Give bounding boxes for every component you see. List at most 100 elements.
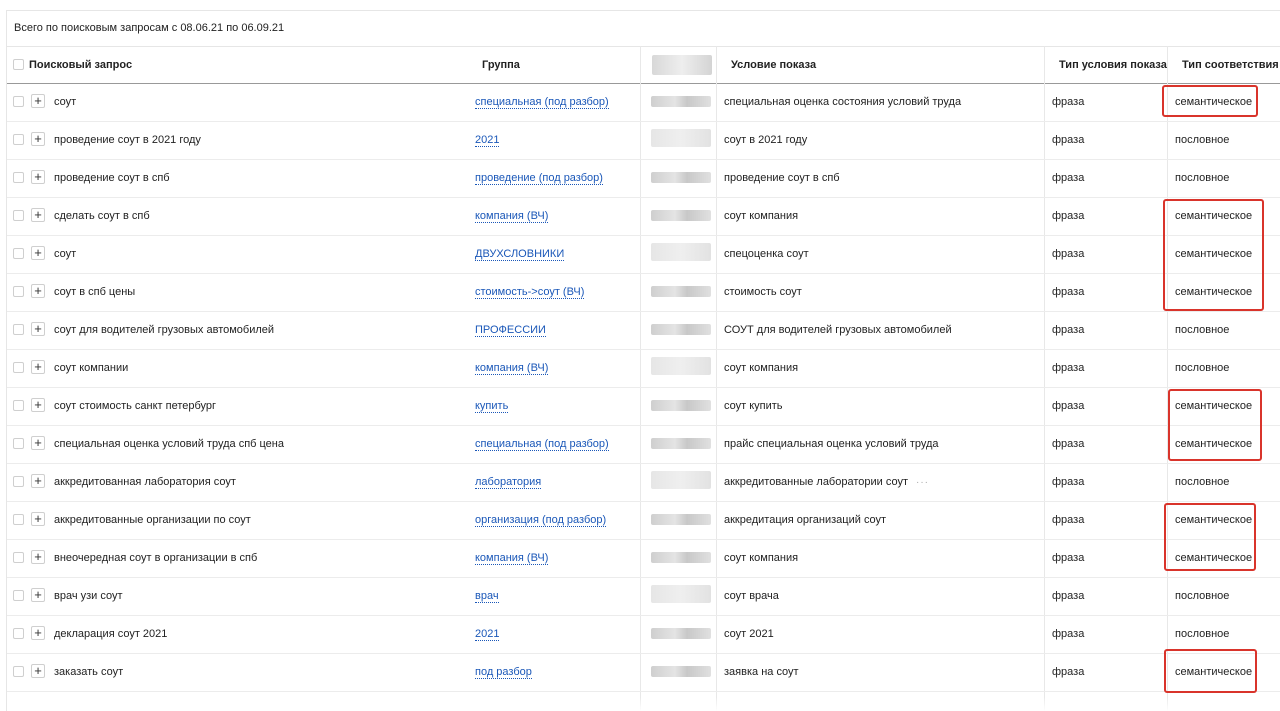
- expand-plus-icon[interactable]: +: [31, 512, 45, 526]
- expand-plus-icon[interactable]: +: [31, 360, 45, 374]
- group-link[interactable]: специальная (под разбор): [475, 438, 609, 451]
- expand-plus-icon[interactable]: +: [31, 398, 45, 412]
- condition-cell: заявка на соут: [724, 666, 799, 678]
- condition-type-cell: фраза: [1052, 96, 1085, 108]
- row-checkbox[interactable]: [13, 476, 24, 487]
- condition-cell: стоимость соут: [724, 286, 802, 298]
- condition-type-cell: фраза: [1052, 438, 1085, 450]
- header-condition[interactable]: Условие показа: [731, 47, 816, 83]
- row-checkbox[interactable]: [13, 552, 24, 563]
- row-checkbox[interactable]: [13, 248, 24, 259]
- expand-plus-icon[interactable]: +: [31, 208, 45, 222]
- row-checkbox[interactable]: [13, 210, 24, 221]
- condition-cell: соут врача: [724, 590, 779, 602]
- query-cell: специальная оценка условий труда спб цен…: [54, 438, 284, 450]
- row-checkbox[interactable]: [13, 324, 24, 335]
- more-icon[interactable]: ···: [916, 464, 929, 502]
- expand-plus-icon[interactable]: +: [31, 246, 45, 260]
- row-checkbox[interactable]: [13, 286, 24, 297]
- match-highlight-box: [1168, 389, 1262, 461]
- query-cell: внеочередная соут в организации в спб: [54, 552, 258, 564]
- row-checkbox[interactable]: [13, 96, 24, 107]
- condition-cell: соут компания: [724, 362, 799, 374]
- blurred-value: [651, 357, 711, 375]
- match-type-cell: пословное: [1175, 628, 1230, 640]
- row-checkbox[interactable]: [13, 362, 24, 373]
- group-link[interactable]: 2021: [475, 134, 500, 147]
- query-cell: соут компании: [54, 362, 129, 374]
- group-link[interactable]: 2021: [475, 628, 500, 641]
- expand-plus-icon[interactable]: +: [31, 436, 45, 450]
- header-match-type[interactable]: Тип соответствия: [1182, 47, 1279, 83]
- expand-plus-icon[interactable]: +: [31, 132, 45, 146]
- group-link[interactable]: ПРОФЕССИИ: [475, 324, 546, 337]
- expand-plus-icon[interactable]: +: [31, 550, 45, 564]
- group-link[interactable]: под разбор: [475, 666, 532, 679]
- table-row: + сделать соут в спб компания (ВЧ) соут ком…: [7, 197, 1280, 236]
- table-row: + проведение соут в спб проведение (под ра…: [7, 159, 1280, 198]
- table-row: + аккредитованная лаборатория соут лаборат…: [7, 463, 1280, 502]
- header-query[interactable]: Поисковый запрос: [29, 47, 132, 83]
- condition-type-cell: фраза: [1052, 666, 1085, 678]
- row-checkbox[interactable]: [13, 438, 24, 449]
- group-link[interactable]: компания (ВЧ): [475, 552, 549, 565]
- condition-type-cell: фраза: [1052, 552, 1085, 564]
- group-link[interactable]: компания (ВЧ): [475, 362, 549, 375]
- match-type-cell: пословное: [1175, 172, 1230, 184]
- expand-plus-icon[interactable]: +: [31, 170, 45, 184]
- expand-plus-icon[interactable]: +: [31, 588, 45, 602]
- group-link[interactable]: купить: [475, 400, 509, 413]
- expand-plus-icon[interactable]: +: [31, 284, 45, 298]
- group-link[interactable]: врач: [475, 590, 499, 603]
- group-link[interactable]: специальная (под разбор): [475, 96, 609, 109]
- table-row: + аккредитованные организации по соут орга…: [7, 501, 1280, 540]
- condition-type-cell: фраза: [1052, 590, 1085, 602]
- search-queries-table: Всего по поисковым запросам с 08.06.21 п…: [6, 10, 1280, 711]
- row-checkbox[interactable]: [13, 628, 24, 639]
- blurred-value: [651, 324, 711, 335]
- group-link[interactable]: стоимость->соут (ВЧ): [475, 286, 585, 299]
- expand-plus-icon[interactable]: +: [31, 664, 45, 678]
- row-checkbox[interactable]: [13, 590, 24, 601]
- query-cell: соут стоимость санкт петербург: [54, 400, 217, 412]
- header-condition-type[interactable]: Тип условия показа: [1059, 47, 1167, 83]
- query-cell: врач узи соут: [54, 590, 123, 602]
- query-cell: сделать соут в спб: [54, 210, 150, 222]
- blurred-value: [651, 400, 711, 411]
- blurred-value: [651, 96, 711, 107]
- table-row: + соут ДВУХСЛОВНИКИ спецоценка соут фраза сем…: [7, 235, 1280, 274]
- row-checkbox[interactable]: [13, 514, 24, 525]
- summary-caption: Всего по поисковым запросам с 08.06.21 п…: [14, 22, 285, 34]
- condition-cell: соут купить: [724, 400, 783, 412]
- group-link[interactable]: организация (под разбор): [475, 514, 607, 527]
- group-link[interactable]: лаборатория: [475, 476, 542, 489]
- condition-cell: соут компания: [724, 210, 799, 222]
- expand-plus-icon[interactable]: +: [31, 626, 45, 640]
- query-cell: соут для водителей грузовых автомобилей: [54, 324, 275, 336]
- row-checkbox[interactable]: [13, 400, 24, 411]
- expand-plus-icon[interactable]: +: [31, 474, 45, 488]
- match-type-cell: пословное: [1175, 134, 1230, 146]
- row-checkbox[interactable]: [13, 172, 24, 183]
- table-row: + соут специальная (под разбор) специальная…: [7, 83, 1280, 122]
- match-highlight-box: [1163, 199, 1264, 311]
- header-group[interactable]: Группа: [482, 47, 520, 83]
- table-row: + соут для водителей грузовых автомобилей…: [7, 311, 1280, 350]
- blurred-value: [651, 129, 711, 147]
- condition-cell: соут 2021: [724, 628, 774, 640]
- row-checkbox[interactable]: [13, 666, 24, 677]
- blurred-value: [651, 210, 711, 221]
- expand-plus-icon[interactable]: +: [31, 94, 45, 108]
- group-link[interactable]: ДВУХСЛОВНИКИ: [475, 248, 565, 261]
- expand-plus-icon[interactable]: +: [31, 322, 45, 336]
- group-link[interactable]: компания (ВЧ): [475, 210, 549, 223]
- group-link[interactable]: проведение (под разбор): [475, 172, 603, 185]
- blurred-value: [651, 552, 711, 563]
- condition-type-cell: фраза: [1052, 248, 1085, 260]
- condition-cell: СОУТ для водителей грузовых автомобилей: [724, 324, 952, 336]
- blurred-value: [651, 628, 711, 639]
- row-checkbox[interactable]: [13, 134, 24, 145]
- scroll-fade: [7, 697, 1280, 711]
- condition-type-cell: фраза: [1052, 286, 1085, 298]
- select-all-checkbox[interactable]: [13, 59, 24, 70]
